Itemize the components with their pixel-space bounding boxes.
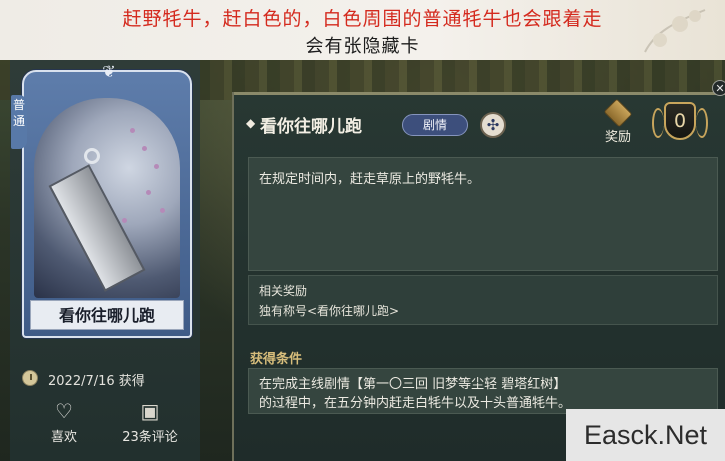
like-button[interactable]: ♡ 喜欢 — [42, 398, 86, 445]
pinwheel-icon[interactable]: ✣ — [480, 112, 506, 138]
condition-line-1: 在完成主线剧情【第一〇三回 旧梦等尘轻 碧塔红树】 — [259, 377, 567, 392]
caption-line-2: 会有张隐藏卡 — [305, 36, 420, 57]
watermark: Easck.Net — [566, 409, 725, 461]
card-crest-icon: ❦ — [102, 62, 116, 81]
caption-line-1: 赶野牦牛，赶白色的，白色周围的普通牦牛也会跟着走 — [122, 8, 603, 30]
card-title: 看你往哪儿跑 — [30, 300, 184, 330]
laurel-left-icon — [652, 108, 664, 138]
task-detail-panel: ◆ 看你往哪儿跑 剧情 ✣ 奖励 0 在规定时间内，赶走草原上的野牦牛。 相关奖… — [232, 92, 725, 461]
diamond-bullet-icon: ◆ — [246, 116, 256, 130]
related-reward-heading: 相关奖励 — [259, 284, 308, 298]
chat-bubble-icon: ▣ — [140, 399, 160, 423]
related-reward-value: 独有称号<看你往哪儿跑> — [259, 304, 400, 318]
blossom-dot — [130, 128, 135, 133]
reward-button[interactable]: 奖励 — [594, 98, 642, 145]
condition-box: 在完成主线剧情【第一〇三回 旧梦等尘轻 碧塔红树】 的过程中，在五分钟内赶走白牦… — [248, 368, 718, 414]
task-description: 在规定时间内，赶走草原上的野牦牛。 — [259, 172, 481, 187]
social-actions: ♡ 喜欢 ▣ 23条评论 — [40, 398, 200, 448]
heart-icon: ♡ — [55, 399, 73, 423]
blossom-dot — [154, 164, 159, 169]
comments-button[interactable]: ▣ 23条评论 — [100, 398, 200, 445]
caption-banner: 赶野牦牛，赶白色的，白色周围的普通牦牛也会跟着走 会有张隐藏卡 — [0, 0, 725, 60]
blossom-dot — [142, 146, 147, 151]
category-badge: 剧情 — [402, 114, 468, 136]
related-reward-section: 相关奖励 独有称号<看你往哪儿跑> — [248, 275, 718, 325]
blade-illustration — [48, 164, 146, 292]
reward-count-badge: 0 — [652, 102, 708, 144]
reward-label: 奖励 — [604, 130, 631, 145]
flower-decoration-icon — [644, 9, 706, 53]
panel-divider — [234, 92, 725, 95]
condition-heading: 获得条件 — [250, 352, 303, 367]
laurel-right-icon — [696, 108, 708, 138]
clock-icon — [22, 370, 38, 386]
task-name: 看你往哪儿跑 — [260, 117, 362, 137]
close-button[interactable]: ✕ — [712, 80, 725, 96]
ring-illustration — [84, 148, 100, 164]
comments-label: 23条评论 — [122, 430, 178, 445]
reward-count: 0 — [664, 102, 696, 140]
acquired-date: 2022/7/16 获得 — [48, 374, 145, 389]
acquired-date-row: 2022/7/16 获得 — [22, 368, 197, 389]
blossom-dot — [160, 208, 165, 213]
condition-line-2: 的过程中，在五分钟内赶走白牦牛以及十头普通牦牛。 — [259, 396, 572, 411]
collectible-card[interactable]: ❦ 看你往哪儿跑 — [22, 62, 192, 338]
blossom-dot — [122, 218, 127, 223]
card-artwork — [34, 98, 180, 298]
task-description-box: 在规定时间内，赶走草原上的野牦牛。 — [248, 157, 718, 271]
treasure-chest-icon — [603, 98, 633, 128]
blossom-dot — [146, 190, 151, 195]
like-label: 喜欢 — [50, 430, 77, 445]
rarity-tag: 普通 — [11, 95, 27, 149]
